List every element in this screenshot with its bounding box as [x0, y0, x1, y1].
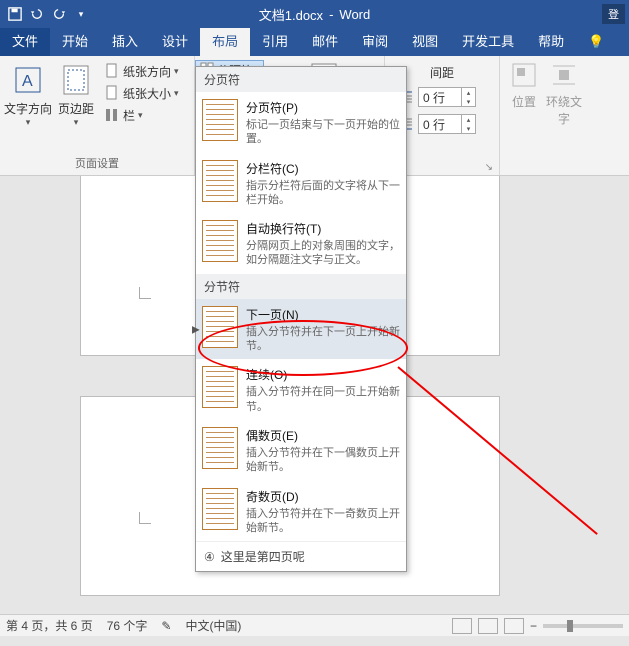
menu-item-title: 连续(O) — [246, 366, 400, 383]
menu-item-text-wrapping[interactable]: 自动换行符(T) 分隔网页上的对象周围的文字，如分隔题注文字与正文。 — [196, 213, 406, 274]
tab-layout[interactable]: 布局 — [200, 25, 250, 56]
menu-item-title: 分栏符(C) — [246, 160, 400, 177]
undo-icon[interactable] — [28, 5, 46, 23]
spin-down-icon[interactable]: ▾ — [461, 124, 475, 133]
menu-item-odd-page[interactable]: 奇数页(D) 插入分节符并在下一奇数页上开始新节。 — [196, 481, 406, 542]
spin-up-icon[interactable]: ▴ — [461, 88, 475, 97]
status-words[interactable]: 76 个字 — [107, 617, 148, 634]
app-name: Word — [339, 7, 370, 22]
menu-section-header: 分节符 — [196, 274, 406, 299]
orientation-button[interactable]: 纸张方向 ▾ — [100, 60, 183, 82]
tab-insert[interactable]: 插入 — [100, 25, 150, 56]
circled-number-icon: ④ — [204, 550, 215, 564]
menu-item-title: 奇数页(D) — [246, 488, 400, 505]
status-bar: 第 4 页，共 6 页 76 个字 ✎ 中文(中国) − — [0, 614, 629, 636]
page-setup-group-label: 页面设置 — [4, 153, 190, 173]
print-layout-icon[interactable] — [478, 618, 498, 634]
chevron-down-icon: ▾ — [138, 110, 143, 121]
chevron-down-icon: ▾ — [174, 66, 179, 77]
spacing-after-input[interactable]: 0 行▴▾ — [418, 114, 476, 134]
spin-down-icon[interactable]: ▾ — [461, 97, 475, 106]
menu-item-page-break[interactable]: 分页符(P) 标记一页结束与下一页开始的位置。 — [196, 92, 406, 153]
column-break-icon — [202, 160, 238, 202]
menu-section-header: 分页符 — [196, 67, 406, 92]
menu-item-even-page[interactable]: 偶数页(E) 插入分节符并在下一偶数页上开始新节。 — [196, 420, 406, 481]
menu-footnote: ④ 这里是第四页呢 — [196, 541, 406, 571]
position-button: 位置 — [504, 60, 544, 127]
menu-item-desc: 指示分栏符后面的文字将从下一栏开始。 — [246, 179, 400, 208]
menu-item-title: 偶数页(E) — [246, 427, 400, 444]
spacing-before-input[interactable]: 0 行▴▾ — [418, 87, 476, 107]
read-mode-icon[interactable] — [452, 618, 472, 634]
position-label: 位置 — [504, 93, 544, 110]
menu-item-title: 分页符(P) — [246, 99, 400, 116]
wrap-label: 环绕文字 — [544, 93, 584, 127]
odd-page-icon — [202, 488, 238, 530]
status-pages[interactable]: 第 4 页，共 6 页 — [6, 617, 93, 634]
breaks-menu: 分页符 分页符(P) 标记一页结束与下一页开始的位置。 分栏符(C) 指示分栏符… — [195, 66, 407, 572]
text-wrapping-icon — [202, 220, 238, 262]
menu-item-desc: 标记一页结束与下一页开始的位置。 — [246, 118, 400, 147]
doc-name: 文档1.docx — [259, 5, 323, 24]
spacing-before-row: 0 行▴▾ — [397, 85, 487, 109]
menu-item-next-page[interactable]: ▶ 下一页(N) 插入分节符并在下一页上开始新节。 — [196, 299, 406, 360]
columns-button[interactable]: 栏 ▾ — [100, 104, 183, 126]
next-page-icon — [202, 306, 238, 348]
chevron-down-icon: ▾ — [26, 117, 31, 128]
size-button[interactable]: 纸张大小 ▾ — [100, 82, 183, 104]
menu-item-continuous[interactable]: 连续(O) 插入分节符并在同一页上开始新节。 — [196, 359, 406, 420]
tell-me-icon[interactable] — [576, 28, 616, 56]
columns-label: 栏 — [123, 107, 135, 124]
tab-help[interactable]: 帮助 — [526, 25, 576, 56]
spacing-after-row: 0 行▴▾ — [397, 112, 487, 136]
svg-text:A: A — [22, 73, 33, 90]
tab-view[interactable]: 视图 — [400, 25, 450, 56]
web-layout-icon[interactable] — [504, 618, 524, 634]
text-direction-label: 文字方向 — [4, 100, 52, 117]
menu-item-desc: 插入分节符并在下一偶数页上开始新节。 — [246, 446, 400, 475]
tab-developer[interactable]: 开发工具 — [450, 25, 526, 56]
tab-design[interactable]: 设计 — [150, 25, 200, 56]
signin-button[interactable]: 登 — [602, 4, 625, 24]
menu-item-desc: 插入分节符并在同一页上开始新节。 — [246, 385, 400, 414]
tab-mailings[interactable]: 邮件 — [300, 25, 350, 56]
size-label: 纸张大小 — [123, 85, 171, 102]
menu-item-desc: 插入分节符并在下一奇数页上开始新节。 — [246, 507, 400, 536]
status-language[interactable]: 中文(中国) — [185, 617, 241, 634]
proofing-icon[interactable]: ✎ — [161, 619, 171, 633]
zoom-out-icon[interactable]: − — [530, 619, 537, 633]
menu-item-desc: 分隔网页上的对象周围的文字，如分隔题注文字与正文。 — [246, 239, 400, 268]
margins-button[interactable]: 页边距 ▾ — [52, 60, 100, 150]
chevron-down-icon: ▾ — [174, 88, 179, 99]
spacing-label: 间距 — [397, 64, 487, 85]
qat-more-icon[interactable]: ▾ — [72, 5, 90, 23]
even-page-icon — [202, 427, 238, 469]
margins-label: 页边距 — [58, 100, 94, 117]
zoom-slider[interactable] — [543, 624, 623, 628]
text-direction-button[interactable]: A 文字方向 ▾ — [4, 60, 52, 150]
spin-up-icon[interactable]: ▴ — [461, 115, 475, 124]
menu-foot-text: 这里是第四页呢 — [221, 548, 305, 565]
tab-references[interactable]: 引用 — [250, 25, 300, 56]
menu-item-desc: 插入分节符并在下一页上开始新节。 — [246, 325, 400, 354]
page-break-icon — [202, 99, 238, 141]
tab-file[interactable]: 文件 — [0, 25, 50, 56]
window-title: 文档1.docx - Word — [259, 5, 370, 24]
menu-item-title: 下一页(N) — [246, 306, 400, 323]
redo-icon[interactable] — [50, 5, 68, 23]
continuous-icon — [202, 366, 238, 408]
save-icon[interactable] — [6, 5, 24, 23]
chevron-down-icon: ▾ — [74, 117, 79, 128]
menu-item-column-break[interactable]: 分栏符(C) 指示分栏符后面的文字将从下一栏开始。 — [196, 153, 406, 214]
tab-review[interactable]: 审阅 — [350, 25, 400, 56]
submenu-arrow-icon: ▶ — [192, 324, 200, 335]
menu-item-title: 自动换行符(T) — [246, 220, 400, 237]
wrap-button: 环绕文字 — [544, 60, 584, 127]
orientation-label: 纸张方向 — [123, 63, 171, 80]
tab-home[interactable]: 开始 — [50, 25, 100, 56]
